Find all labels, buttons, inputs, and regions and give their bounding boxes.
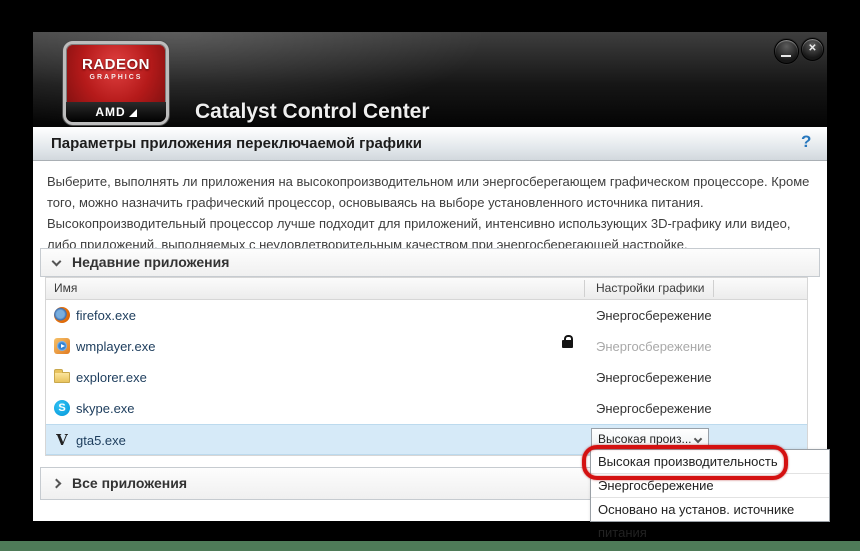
chevron-down-icon [694, 435, 702, 443]
bottom-green-strip [0, 541, 860, 551]
amd-logo: AMD [66, 102, 166, 122]
page-title: Параметры приложения переключаемой графи… [51, 127, 422, 160]
table-row-wmplayer[interactable]: wmplayer.exe Энергосбережение [46, 331, 807, 362]
table-row-firefox[interactable]: firefox.exe Энергосбережение [46, 300, 807, 331]
chevron-down-icon [52, 257, 62, 267]
graphics-setting-dropdown-list: Высокая производительность Энергосбереже… [590, 449, 830, 522]
app-name: firefox.exe [76, 300, 136, 331]
app-name: skype.exe [76, 393, 135, 424]
close-button[interactable]: ✕ [801, 38, 824, 61]
radeon-graphics-logo: RADEON GRAPHICS AMD [63, 41, 169, 125]
app-title: Catalyst Control Center [195, 100, 430, 124]
section-all-label: Все приложения [72, 468, 187, 499]
title-banner: RADEON GRAPHICS AMD Catalyst Control Cen… [33, 32, 827, 127]
app-name: wmplayer.exe [76, 331, 155, 362]
logo-graphics-text: GRAPHICS [66, 74, 166, 81]
graphics-setting-value: Энергосбережение [596, 362, 712, 393]
section-recent-applications[interactable]: Недавние приложения [40, 248, 820, 277]
firefox-icon [54, 307, 70, 323]
applications-table: Имя Настройки графики firefox.exe Энерго… [45, 277, 808, 456]
wmplayer-icon [54, 338, 70, 354]
logo-radeon-text: RADEON [66, 56, 166, 73]
lock-icon [562, 340, 573, 348]
table-row-explorer[interactable]: explorer.exe Энергосбережение [46, 362, 807, 393]
dropdown-option-power-saving[interactable]: Энергосбережение [591, 473, 829, 497]
column-divider [713, 280, 714, 297]
minimize-icon [781, 55, 791, 57]
graphics-setting-value: Энергосбережение [596, 331, 712, 362]
section-recent-label: Недавние приложения [72, 249, 229, 276]
column-header-name: Имя [54, 278, 77, 299]
description-text: Выберите, выполнять ли приложения на выс… [47, 171, 811, 255]
graphics-setting-combobox[interactable]: Высокая произ... [591, 428, 709, 450]
graphics-setting-value: Энергосбережение [596, 300, 712, 331]
skype-icon: S [54, 400, 70, 416]
gta5-icon: V [54, 432, 70, 448]
page-header: Параметры приложения переключаемой графи… [33, 127, 827, 161]
minimize-button[interactable] [774, 39, 799, 64]
app-name: gta5.exe [76, 425, 126, 456]
column-header-settings: Настройки графики [596, 278, 704, 299]
amd-arrow-icon [129, 109, 137, 117]
catalyst-window: RADEON GRAPHICS AMD Catalyst Control Cen… [33, 32, 827, 521]
column-divider [584, 280, 585, 297]
table-header: Имя Настройки графики [46, 278, 807, 300]
explorer-folder-icon [54, 372, 70, 383]
chevron-right-icon [52, 479, 62, 489]
close-icon: ✕ [808, 43, 816, 54]
graphics-setting-value: Энергосбережение [596, 393, 712, 424]
dropdown-option-based-on-power-source[interactable]: Основано на установ. источнике питания [591, 497, 829, 521]
app-name: explorer.exe [76, 362, 147, 393]
combobox-selected-value: Высокая произ... [598, 429, 692, 449]
dropdown-option-high-performance[interactable]: Высокая производительность [591, 450, 829, 473]
help-icon[interactable]: ? [801, 132, 811, 152]
table-row-skype[interactable]: S skype.exe Энергосбережение [46, 393, 807, 424]
